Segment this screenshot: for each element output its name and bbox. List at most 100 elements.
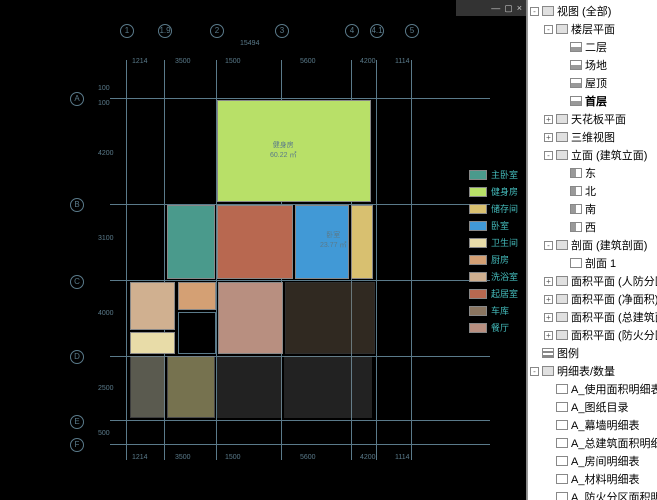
fp-icon — [556, 240, 568, 250]
minimize-icon[interactable]: — — [491, 0, 500, 16]
grid-bubble: D — [70, 350, 84, 364]
grid-line — [110, 444, 490, 445]
grid-bubble: 4 — [345, 24, 359, 38]
tree-label: 剖面 (建筑剖面) — [571, 237, 647, 253]
pl-icon — [570, 96, 582, 106]
room-kitchen[interactable] — [178, 282, 216, 310]
sc-icon — [570, 258, 582, 268]
room-storage[interactable] — [351, 205, 373, 279]
room-stair[interactable] — [178, 312, 216, 354]
tree-label: A_幕墙明细表 — [571, 417, 639, 433]
tree-node[interactable]: 首层 — [528, 92, 657, 110]
tree-node[interactable]: A_图纸目录 — [528, 398, 657, 416]
dim: 100 — [98, 85, 110, 92]
el-icon — [570, 222, 582, 232]
dim: 1114 — [395, 58, 410, 65]
legend-item: 车库 — [469, 304, 518, 317]
tree-label: 天花板平面 — [571, 111, 626, 127]
room-master-bed[interactable] — [167, 205, 215, 279]
collapse-icon[interactable]: - — [530, 367, 539, 376]
tree-node[interactable]: + 天花板平面 — [528, 110, 657, 128]
floor-plan[interactable]: 15494 1 1.9 2 3 4 4.1 5 1214 3500 1500 5… — [10, 20, 520, 490]
dim: 4000 — [98, 310, 114, 317]
expand-icon[interactable]: + — [544, 331, 553, 340]
tree-node[interactable]: A_材料明细表 — [528, 470, 657, 488]
tree-node[interactable]: 场地 — [528, 56, 657, 74]
dim: 5600 — [300, 58, 316, 65]
tree-root: -视图 (全部)-楼层平面二层场地屋顶首层+天花板平面+三维视图-立面 (建筑立… — [528, 0, 657, 500]
tree-node[interactable]: 南 — [528, 200, 657, 218]
tree-node[interactable]: 西 — [528, 218, 657, 236]
tree-label: A_图纸目录 — [571, 399, 628, 415]
tree-node[interactable]: 东 — [528, 164, 657, 182]
tree-label: 屋顶 — [585, 75, 607, 91]
room-living[interactable] — [217, 205, 293, 279]
collapse-icon[interactable]: - — [530, 7, 539, 16]
drawing-canvas[interactable]: — ▢ × 15494 1 1.9 2 3 4 4.1 5 1214 3500 … — [0, 0, 527, 500]
tree-node[interactable]: +三维视图 — [528, 128, 657, 146]
sh-icon — [556, 438, 568, 448]
legend-item: 洗浴室 — [469, 270, 518, 283]
grid-line — [376, 60, 377, 460]
grid-line — [126, 60, 127, 460]
collapse-icon[interactable]: - — [544, 151, 553, 160]
room-lower4[interactable] — [284, 356, 372, 418]
fp-icon — [556, 132, 568, 142]
sh-icon — [556, 474, 568, 484]
close-icon[interactable]: × — [517, 0, 522, 16]
tree-node[interactable]: - 楼层平面 — [528, 20, 657, 38]
tree-node[interactable]: A_防火分区面积明细表 — [528, 488, 657, 500]
dim: 500 — [98, 430, 110, 437]
tree-node[interactable]: A_幕墙明细表 — [528, 416, 657, 434]
room-tag: 卧室23.77 ㎡ — [320, 230, 346, 250]
dim: 100 — [98, 100, 110, 107]
expand-icon[interactable]: + — [544, 295, 553, 304]
grid-bubble: 1 — [120, 24, 134, 38]
room-garage[interactable] — [285, 282, 375, 354]
room-lower2[interactable] — [167, 356, 215, 418]
dim: 3100 — [98, 235, 114, 242]
tree-node[interactable]: +面积平面 (总建筑面积) — [528, 308, 657, 326]
fp-icon — [556, 150, 568, 160]
room-wc[interactable] — [130, 332, 175, 354]
tree-node[interactable]: 屋顶 — [528, 74, 657, 92]
grid-line — [110, 280, 490, 281]
room-lower1[interactable] — [130, 356, 165, 418]
tree-node[interactable]: 剖面 1 — [528, 254, 657, 272]
room-bath[interactable] — [130, 282, 175, 330]
tree-node[interactable]: 北 — [528, 182, 657, 200]
expand-icon[interactable]: + — [544, 115, 553, 124]
expand-icon[interactable]: + — [544, 313, 553, 322]
tree-node[interactable]: -视图 (全部) — [528, 2, 657, 20]
tree-node[interactable]: +面积平面 (防火分区面积) — [528, 326, 657, 344]
expand-icon[interactable]: + — [544, 133, 553, 142]
fp-icon — [556, 24, 568, 34]
pl-icon — [570, 78, 582, 88]
room-lower3[interactable] — [217, 356, 282, 418]
tree-node[interactable]: A_使用面积明细表 — [528, 380, 657, 398]
room-dining[interactable] — [218, 282, 283, 354]
tree-node[interactable]: +面积平面 (净面积) — [528, 290, 657, 308]
tree-node[interactable]: 二层 — [528, 38, 657, 56]
tree-node[interactable]: -立面 (建筑立面) — [528, 146, 657, 164]
dim: 4200 — [360, 58, 376, 65]
tree-node[interactable]: A_房间明细表 — [528, 452, 657, 470]
tree-node[interactable]: - 剖面 (建筑剖面) — [528, 236, 657, 254]
collapse-icon[interactable]: - — [544, 25, 553, 34]
grid-bubble: 2 — [210, 24, 224, 38]
expand-icon[interactable]: + — [544, 277, 553, 286]
tree-label: 楼层平面 — [571, 21, 615, 37]
collapse-icon[interactable]: - — [544, 241, 553, 250]
tree-node[interactable]: -明细表/数量 — [528, 362, 657, 380]
maximize-icon[interactable]: ▢ — [504, 0, 513, 16]
tree-label: 西 — [585, 219, 596, 235]
legend-item: 卫生间 — [469, 236, 518, 249]
tree-node[interactable]: A_总建筑面积明细表 — [528, 434, 657, 452]
project-browser[interactable]: -视图 (全部)-楼层平面二层场地屋顶首层+天花板平面+三维视图-立面 (建筑立… — [527, 0, 657, 500]
legend-item: 储存间 — [469, 202, 518, 215]
tree-label: 南 — [585, 201, 596, 217]
grid-bubble: E — [70, 415, 84, 429]
room-legend: 主卧室 健身房 储存间 卧室 卫生间 厨房 洗浴室 起居室 车库 餐厅 — [469, 168, 518, 338]
tree-node[interactable]: +面积平面 (人防分区面积) — [528, 272, 657, 290]
tree-node[interactable]: 图例 — [528, 344, 657, 362]
